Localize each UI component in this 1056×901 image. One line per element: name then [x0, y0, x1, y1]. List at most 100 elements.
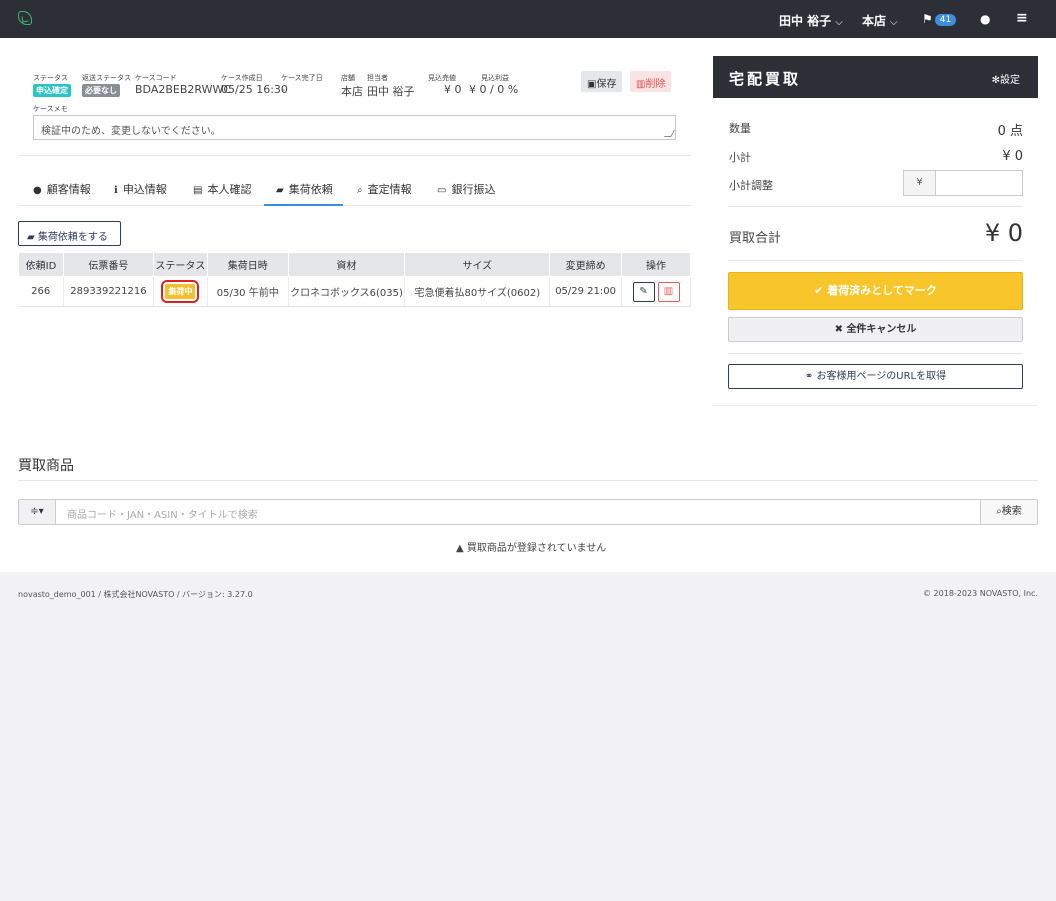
column-header: サイズ — [404, 252, 551, 277]
money-icon: ▭ — [437, 185, 447, 196]
table-row: 266 289339221216 集荷中 05/30 午前中 クロネコボックス6… — [18, 276, 691, 307]
get-customer-url-button[interactable]: ⚭ お客様用ページのURLを取得 — [728, 364, 1023, 389]
tab-application[interactable]: ℹ 申込情報 — [114, 181, 167, 197]
est-sale-label: 見込売値 — [428, 74, 456, 82]
tabs-divider — [18, 205, 691, 206]
items-section-title: 買取商品 — [18, 458, 74, 474]
est-profit-label: 見込利益 — [481, 74, 509, 82]
tab-assessment[interactable]: ⌕ 査定情報 — [357, 181, 412, 197]
adjust-label: 小計調整 — [729, 179, 773, 192]
menu-button[interactable]: ≡ — [1016, 10, 1028, 26]
actions-cell: ✎ ▥ — [621, 276, 691, 307]
case-code: BDA2BEB2RWWC — [135, 83, 232, 96]
settings-button[interactable]: ✻設定 — [992, 71, 1020, 86]
pencil-icon: ✎ — [639, 285, 648, 297]
material: クロネコボックス6(035) — [288, 276, 406, 307]
item-search-input[interactable]: 商品コード・JAN・ASIN・タイトルで検索 — [67, 506, 258, 521]
pickup-table: 依頼ID 伝票番号 ステータス 集荷日時 資材 サイズ 変更締め 操作 266 … — [18, 252, 691, 307]
tab-customer[interactable]: ● 顧客情報 — [33, 181, 91, 197]
column-header: ステータス — [152, 252, 208, 277]
request-pickup-button[interactable]: ▰ 集荷依頼をする — [18, 221, 121, 246]
column-header: 依頼ID — [18, 252, 64, 277]
edit-button[interactable]: ✎ — [632, 281, 655, 302]
panel-title: 宅配買取 — [729, 70, 802, 88]
tab-pickup[interactable]: ▰ 集荷依頼 — [276, 181, 333, 197]
case-memo-textarea[interactable]: 検証中のため、変更しないでください。 — [33, 115, 676, 140]
pickup-status-badge: 集荷中 — [161, 280, 200, 303]
store-value: 本店 — [341, 85, 363, 98]
search-icon: ⌕ — [357, 185, 363, 196]
cancel-all-button[interactable]: ✖ 全件キャンセル — [728, 317, 1023, 342]
notifications-button[interactable]: ⚑ 41 — [922, 12, 957, 26]
divider — [728, 260, 1023, 261]
purchase-summary-panel: 宅配買取 ✻設定 数量 0 点 小計 ¥ 0 小計調整 ¥ 買取合計 ¥ 0 ✔… — [713, 56, 1038, 406]
chevron-down-icon: ⌵ — [890, 17, 898, 28]
link-icon: ⚭ — [804, 371, 817, 382]
created-date: 05/25 16:30 — [221, 83, 288, 96]
column-header: 集荷日時 — [206, 252, 289, 277]
status-label: ステータス — [33, 74, 68, 82]
total-label: 買取合計 — [729, 231, 782, 246]
subtotal-adjust-input[interactable] — [935, 170, 1023, 196]
divider — [18, 155, 691, 156]
item-search-bar: ≑▾ 商品コード・JAN・ASIN・タイトルで検索 ⌕検索 — [18, 499, 1038, 525]
column-header: 変更締め — [549, 252, 623, 277]
search-button[interactable]: ⌕検索 — [980, 500, 1037, 524]
subtotal-value: ¥ 0 — [1002, 149, 1023, 164]
app-logo-icon[interactable] — [18, 11, 32, 25]
store-label: 店舗 — [341, 74, 355, 82]
panel-header: 宅配買取 ✻設定 — [713, 56, 1038, 98]
check-icon: ✔ — [814, 284, 828, 297]
memo-label: ケースメモ — [33, 105, 68, 113]
table-header-row: 依頼ID 伝票番号 ステータス 集荷日時 資材 サイズ 変更締め 操作 — [18, 252, 691, 277]
subtotal-label: 小計 — [729, 151, 751, 164]
truck-icon: ▰ — [27, 232, 38, 243]
save-button[interactable]: ▣保存 — [581, 71, 623, 92]
user-icon: ● — [33, 185, 42, 196]
qty-value: 0 点 — [997, 124, 1023, 139]
divider — [728, 353, 1023, 354]
store-menu[interactable]: 本店 ⌵ — [862, 12, 898, 29]
footer-version: novasto_demo_001 / 株式会社NOVASTO / バージョン: … — [18, 590, 253, 599]
est-sale-value: ¥ 0 — [444, 83, 462, 96]
column-header: 操作 — [621, 252, 691, 277]
status-cell: 集荷中 — [153, 276, 208, 307]
flag-icon: ⚑ — [922, 12, 933, 26]
empty-items-message: ▲ 買取商品が登録されていません — [456, 543, 607, 554]
completed-label: ケース完了日 — [281, 74, 323, 82]
staff-label: 担当者 — [367, 74, 388, 82]
staff-value: 田中 裕子 — [367, 85, 415, 98]
user-name: 田中 裕子 — [779, 14, 832, 28]
case-status-badge: 申込確定 — [33, 84, 71, 97]
tab-bank-transfer[interactable]: ▭ 銀行振込 — [437, 181, 495, 197]
tab-identity[interactable]: ▤ 本人確認 — [193, 181, 251, 197]
notification-count-badge: 41 — [934, 14, 957, 26]
pickup-datetime: 05/30 午前中 — [207, 276, 289, 307]
completed-date: - — [281, 83, 285, 96]
delete-button[interactable]: ▥削除 — [630, 71, 672, 92]
mark-arrived-button[interactable]: ✔ 着荷済みとしてマーク — [728, 272, 1023, 310]
close-icon: ✖ — [834, 324, 847, 335]
truck-icon: ▰ — [276, 185, 284, 196]
trash-icon: ▥ — [663, 285, 674, 297]
created-label: ケース作成日 — [221, 74, 263, 82]
gear-icon: ✻ — [991, 75, 1000, 86]
case-code-label: ケースコード — [135, 74, 177, 82]
user-menu[interactable]: 田中 裕子 ⌵ — [779, 12, 843, 29]
warning-icon: ▲ — [456, 543, 467, 554]
info-icon: ℹ — [114, 185, 118, 196]
sliders-icon: ≑▾ — [30, 506, 44, 517]
chat-button[interactable]: ● — [980, 12, 990, 26]
hamburger-icon: ≡ — [1016, 10, 1028, 26]
column-header: 伝票番号 — [62, 252, 154, 277]
footer-copyright: © 2018-2023 NOVASTO, Inc. — [923, 589, 1038, 598]
chat-bubble-icon: ● — [980, 12, 991, 26]
adjust-currency-prefix: ¥ — [903, 170, 936, 196]
filter-dropdown-button[interactable]: ≑▾ — [19, 500, 56, 524]
top-navbar: 田中 裕子 ⌵ 本店 ⌵ ⚑ 41 ● ≡ — [0, 0, 1056, 38]
store-name: 本店 — [862, 14, 887, 28]
est-profit-value: ¥ 0 / 0 % — [469, 83, 519, 96]
delete-row-button[interactable]: ▥ — [657, 281, 680, 302]
qty-label: 数量 — [729, 122, 751, 135]
size: 宅急便着払80サイズ(0602) — [404, 276, 551, 307]
